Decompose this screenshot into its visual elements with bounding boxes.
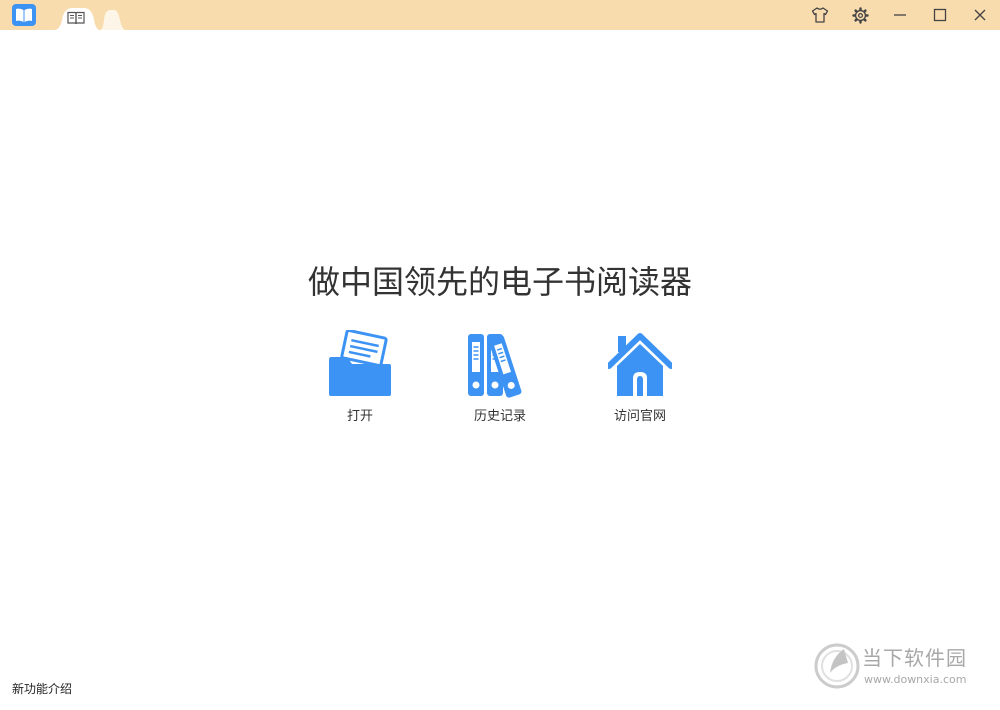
watermark-url: www.downxia.com — [864, 673, 967, 686]
settings-button[interactable] — [840, 0, 880, 30]
book-icon — [67, 11, 85, 25]
binders-icon — [468, 334, 522, 398]
visit-website-button[interactable]: 访问官网 — [580, 330, 700, 430]
home-icon — [608, 333, 672, 396]
shirt-icon — [811, 7, 829, 23]
skin-button[interactable] — [800, 0, 840, 30]
visit-website-label: 访问官网 — [613, 409, 666, 424]
folder-icon — [329, 330, 391, 396]
watermark-logo-icon — [814, 643, 860, 689]
close-button[interactable] — [960, 0, 1000, 30]
minimize-icon — [894, 14, 906, 16]
minimize-button[interactable] — [880, 0, 920, 30]
maximize-button[interactable] — [920, 0, 960, 30]
new-tab-button[interactable] — [98, 8, 126, 30]
open-file-label: 打开 — [346, 409, 373, 424]
history-button[interactable]: 历史记录 — [440, 330, 560, 430]
watermark: 当下软件园 www.downxia.com — [814, 643, 990, 693]
title-bar — [0, 0, 1000, 30]
maximize-icon — [933, 8, 947, 22]
history-label: 历史记录 — [473, 409, 526, 424]
slogan-headline: 做中国领先的电子书阅读器 — [307, 263, 692, 301]
gear-icon — [851, 6, 869, 24]
new-features-link[interactable]: 新功能介绍 — [12, 680, 72, 698]
tab-book[interactable] — [54, 6, 100, 30]
open-book-logo-icon — [12, 4, 36, 26]
watermark-name: 当下软件园 — [862, 646, 967, 670]
open-file-button[interactable]: 打开 — [300, 330, 420, 430]
close-icon — [974, 9, 986, 21]
